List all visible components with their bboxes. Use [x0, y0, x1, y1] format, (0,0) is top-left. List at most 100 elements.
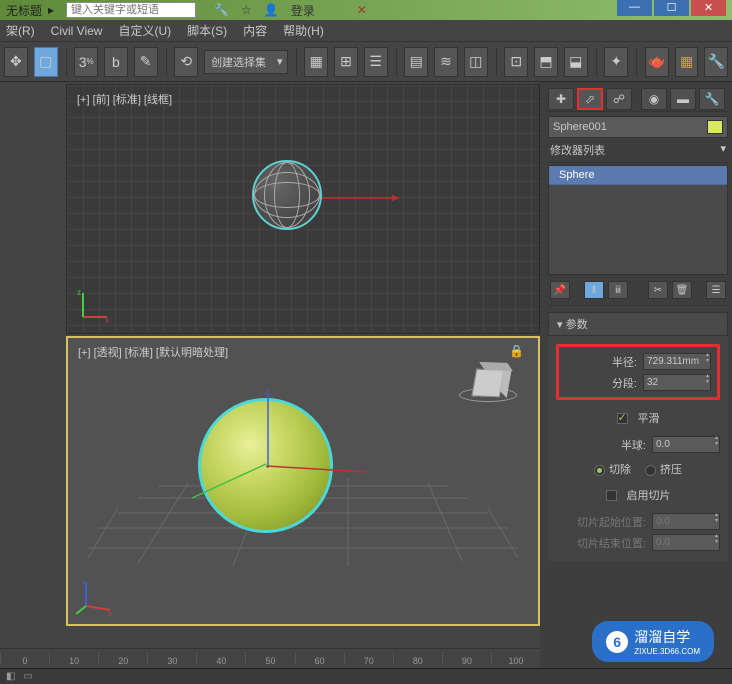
- toggle-ribbon-button[interactable]: ▤: [404, 47, 428, 77]
- hemisphere-label: 半球:: [621, 437, 646, 453]
- named-sel-button[interactable]: ⟲: [174, 47, 198, 77]
- lock-icon[interactable]: 🔒: [509, 344, 524, 358]
- make-unique-button[interactable]: ⅲ: [608, 281, 628, 299]
- window-minimize-button[interactable]: —: [617, 0, 652, 16]
- schematic-view-button[interactable]: ◫: [464, 47, 488, 77]
- cloud-render-button[interactable]: 🔧: [704, 47, 728, 77]
- show-end-result-button[interactable]: ‖: [584, 281, 604, 299]
- highlighted-params: 半径: 729.311mm 分段: 32: [556, 344, 720, 400]
- remove-modifier-button[interactable]: ✂: [648, 281, 668, 299]
- view-cube[interactable]: [458, 358, 518, 408]
- selection-set-dropdown[interactable]: 创建选择集: [204, 50, 287, 74]
- material-editor-button[interactable]: ⊡: [504, 47, 528, 77]
- title-arrow-icon: ▸: [48, 3, 54, 17]
- watermark-brand: 溜溜自学: [634, 629, 690, 645]
- display-tab[interactable]: ▬: [670, 88, 696, 110]
- menu-help[interactable]: 帮助(H): [283, 22, 324, 39]
- sphere-wireframe-object[interactable]: [252, 160, 322, 230]
- slice-on-checkbox[interactable]: [606, 490, 617, 501]
- user-icon[interactable]: 👤: [264, 3, 279, 17]
- motion-tab[interactable]: ◉: [641, 88, 667, 110]
- watermark-url: ZIXUE.3D66.COM: [634, 647, 700, 656]
- layer-button[interactable]: ☰: [364, 47, 388, 77]
- axis-tripod-persp-icon: x z: [76, 576, 116, 616]
- viewport-front-label[interactable]: [+] [前] [标准] [线框]: [77, 91, 172, 107]
- curve-editor-button[interactable]: ≋: [434, 47, 458, 77]
- snap-tool-button[interactable]: ▢: [34, 47, 58, 77]
- stack-item-sphere[interactable]: Sphere: [549, 166, 727, 185]
- workspace-icon[interactable]: 🔧: [214, 3, 229, 17]
- title-bar: 无标题 ▸ 🔧 ☆ 👤 登录 ✕ — ☐ ✕: [0, 0, 732, 20]
- create-tab[interactable]: ✚: [548, 88, 574, 110]
- segments-spinner[interactable]: 32: [643, 374, 711, 391]
- document-title: 无标题: [6, 2, 42, 19]
- time-slider[interactable]: 010 2030 4050 6070 8090 100: [0, 648, 540, 666]
- configure-sets-button[interactable]: ☰: [706, 281, 726, 299]
- object-name-text: Sphere001: [553, 121, 607, 133]
- slice-to-spinner: 0.0: [652, 534, 720, 551]
- menu-customize[interactable]: 自定义(U): [118, 22, 171, 39]
- smooth-label: 平滑: [638, 410, 660, 426]
- parameters-rollout: ▾ 参数 半径: 729.311mm 分段: 32 平滑: [548, 312, 728, 561]
- chop-radio[interactable]: [594, 465, 605, 476]
- radius-label: 半径:: [612, 354, 637, 370]
- teapot-icon[interactable]: 🫖: [645, 47, 669, 77]
- angle-snap-button[interactable]: 3%: [74, 47, 98, 77]
- status-nudge-icon[interactable]: ◧: [6, 671, 15, 682]
- menu-frame[interactable]: 架(R): [6, 22, 35, 39]
- mirror-button[interactable]: ▦: [304, 47, 328, 77]
- search-input[interactable]: [66, 2, 196, 18]
- utilities-tab[interactable]: 🔧: [699, 88, 725, 110]
- modifier-stack[interactable]: Sphere: [548, 165, 728, 275]
- object-name-field[interactable]: Sphere001: [548, 116, 728, 138]
- modify-tab[interactable]: ⬀: [577, 88, 603, 110]
- stack-tools: 📌 ‖ ⅲ ✂ 🗑 ☰: [548, 275, 728, 306]
- render-setup-button[interactable]: ⬒: [534, 47, 558, 77]
- viewport-persp-label[interactable]: [+] [透视] [标准] [默认明暗处理]: [78, 344, 228, 360]
- x-axis-gizmo: [322, 193, 402, 203]
- smooth-checkbox[interactable]: [617, 413, 628, 424]
- y-axis-gizmo-persp: [188, 462, 268, 502]
- online-render-button[interactable]: ▦: [675, 47, 699, 77]
- slice-on-label: 启用切片: [627, 487, 671, 503]
- svg-text:x: x: [108, 611, 112, 616]
- slice-from-spinner: 0.0: [652, 513, 720, 530]
- viewport-front[interactable]: [+] [前] [标准] [线框] x z: [66, 84, 540, 334]
- status-bar: ◧ ▭: [0, 668, 732, 684]
- radius-spinner[interactable]: 729.311mm: [643, 353, 711, 370]
- menu-script[interactable]: 脚本(S): [187, 22, 227, 39]
- spinner-snap-button[interactable]: ✎: [134, 47, 158, 77]
- squash-radio[interactable]: [645, 465, 656, 476]
- main-toolbar: ✥ ▢ 3% b ✎ ⟲ 创建选择集 ▦ ⊞ ☰ ▤ ≋ ◫ ⊡ ⬒ ⬓ ✦ 🫖…: [0, 42, 732, 82]
- render-button[interactable]: ✦: [604, 47, 628, 77]
- panel-tabs: ✚ ⬀ ☍ ◉ ▬ 🔧: [548, 86, 728, 112]
- menu-civilview[interactable]: Civil View: [51, 24, 103, 38]
- status-snap-icon[interactable]: ▭: [23, 671, 32, 682]
- viewport-perspective[interactable]: [+] [透视] [标准] [默认明暗处理] 🔒 z x z: [66, 336, 540, 626]
- move-tool-button[interactable]: ✥: [4, 47, 28, 77]
- menu-content[interactable]: 内容: [243, 22, 267, 39]
- favorite-icon[interactable]: ☆: [241, 3, 252, 17]
- hierarchy-tab[interactable]: ☍: [606, 88, 632, 110]
- watermark-logo-icon: 6: [606, 631, 628, 653]
- window-maximize-button[interactable]: ☐: [654, 0, 689, 16]
- align-button[interactable]: ⊞: [334, 47, 358, 77]
- window-close-button[interactable]: ✕: [691, 0, 726, 16]
- squash-label: 挤压: [660, 464, 682, 476]
- segments-label: 分段:: [612, 375, 637, 391]
- hemisphere-spinner[interactable]: 0.0: [652, 436, 720, 453]
- axis-tripod-icon: x z: [75, 285, 115, 325]
- close-x-icon[interactable]: ✕: [357, 3, 367, 17]
- object-color-swatch[interactable]: [707, 120, 723, 134]
- command-panel: ✚ ⬀ ☍ ◉ ▬ 🔧 Sphere001 修改器列表▾ Sphere 📌 ‖ …: [540, 82, 732, 682]
- x-axis-gizmo-persp: [266, 462, 376, 476]
- trash-icon[interactable]: 🗑: [672, 281, 692, 299]
- percent-snap-button[interactable]: b: [104, 47, 128, 77]
- main-area: [+] [前] [标准] [线框] x z: [0, 82, 732, 682]
- render-frame-button[interactable]: ⬓: [564, 47, 588, 77]
- pin-stack-button[interactable]: 📌: [550, 281, 570, 299]
- modifier-list-dropdown[interactable]: 修改器列表▾: [548, 138, 728, 163]
- login-link[interactable]: 登录: [291, 2, 315, 19]
- rollout-header[interactable]: ▾ 参数: [548, 312, 728, 336]
- svg-text:z: z: [77, 288, 81, 297]
